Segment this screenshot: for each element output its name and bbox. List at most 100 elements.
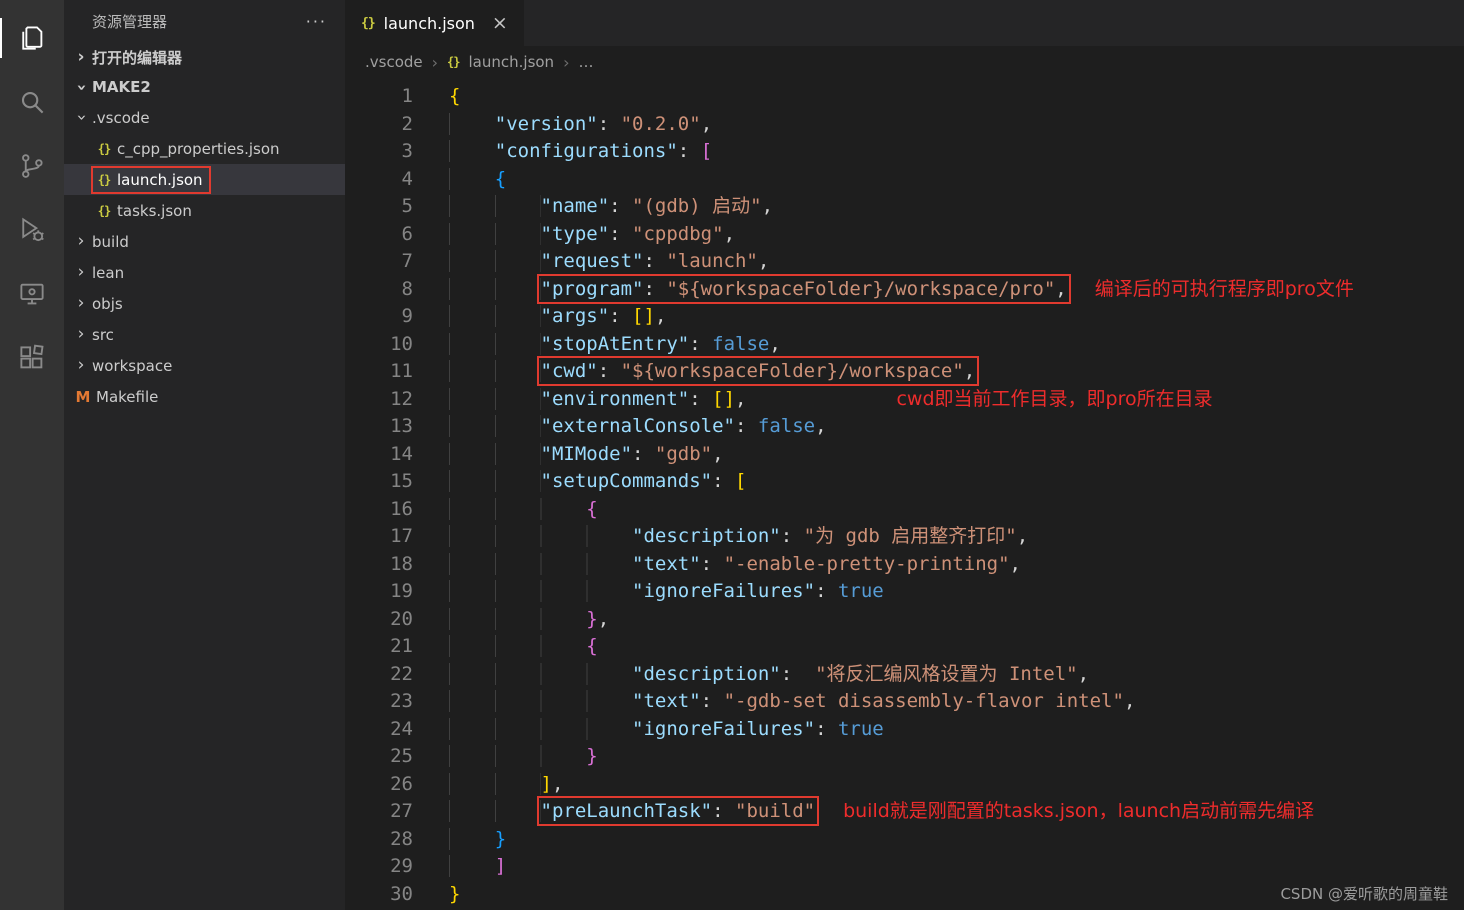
tree-item-workspace[interactable]: › workspace [64, 350, 345, 381]
code-line-22[interactable]: 22 "description": "将反汇编风格设置为 Intel", [345, 661, 1464, 689]
tree-item-content: › workspace [72, 354, 178, 378]
explorer-icon[interactable] [0, 6, 56, 70]
tab-launch-json[interactable]: {} launch.json × [345, 0, 525, 46]
tree-item-launch-json[interactable]: {} launch.json [64, 164, 345, 195]
line-number[interactable]: 10 [345, 331, 413, 359]
line-number[interactable]: 12 [345, 386, 413, 414]
tree-item-build[interactable]: › build [64, 226, 345, 257]
code-line-25[interactable]: 25 } [345, 743, 1464, 771]
code-line-12[interactable]: 12 "environment": [], cwd即当前工作目录，即pro所在目录 [345, 386, 1464, 414]
code-line-content: "description": "将反汇编风格设置为 Intel", [449, 661, 1089, 689]
code-line-content: "stopAtEntry": false, [449, 331, 781, 359]
code-line-3[interactable]: 3 "configurations": [ [345, 138, 1464, 166]
line-number[interactable]: 15 [345, 468, 413, 496]
code-line-23[interactable]: 23 "text": "-gdb-set disassembly-flavor … [345, 688, 1464, 716]
code-line-27[interactable]: 27 "preLaunchTask": "build" build就是刚配置的ta… [345, 796, 1464, 826]
red-annotation-text: build就是刚配置的tasks.json，launch启动前需先编译 [843, 800, 1315, 822]
workspace-root[interactable]: › MAKE2 [64, 72, 345, 102]
line-number[interactable]: 19 [345, 578, 413, 606]
tree-item-src[interactable]: › src [64, 319, 345, 350]
code-line-21[interactable]: 21 { [345, 633, 1464, 661]
code-line-14[interactable]: 14 "MIMode": "gdb", [345, 441, 1464, 469]
tree-item-objs[interactable]: › objs [64, 288, 345, 319]
tree-item-vscode[interactable]: › .vscode [64, 102, 345, 133]
tree-item-content: {} tasks.json [93, 199, 198, 223]
chevron-right-icon: › [77, 231, 85, 251]
line-number[interactable]: 22 [345, 661, 413, 689]
tree-item-label: workspace [92, 356, 173, 375]
code-line-26[interactable]: 26 ], [345, 771, 1464, 799]
code-line-16[interactable]: 16 { [345, 496, 1464, 524]
line-number[interactable]: 21 [345, 633, 413, 661]
line-number[interactable]: 17 [345, 523, 413, 551]
line-number[interactable]: 20 [345, 606, 413, 634]
line-number[interactable]: 24 [345, 716, 413, 744]
more-actions-icon[interactable]: ··· [306, 12, 327, 31]
line-number[interactable]: 8 [345, 276, 413, 304]
code-line-content: "preLaunchTask": "build" build就是刚配置的tasks… [449, 796, 1315, 826]
code-line-15[interactable]: 15 "setupCommands": [ [345, 468, 1464, 496]
tree-item-c-cpp-properties-json[interactable]: {} c_cpp_properties.json [64, 133, 345, 164]
code-line-9[interactable]: 9 "args": [], [345, 303, 1464, 331]
code-line-29[interactable]: 29 ] [345, 853, 1464, 881]
breadcrumb-item-launch-json[interactable]: launch.json [469, 53, 555, 71]
source-control-icon[interactable] [8, 134, 56, 198]
line-number[interactable]: 14 [345, 441, 413, 469]
code-line-17[interactable]: 17 "description": "为 gdb 启用整齐打印", [345, 523, 1464, 551]
code-line-18[interactable]: 18 "text": "-enable-pretty-printing", [345, 551, 1464, 579]
json-file-icon: {} [97, 141, 111, 156]
tree-item-content: › .vscode [72, 106, 156, 130]
code-line-5[interactable]: 5 "name": "(gdb) 启动", [345, 193, 1464, 221]
remote-explorer-icon[interactable] [8, 262, 56, 326]
line-number[interactable]: 3 [345, 138, 413, 166]
code-line-2[interactable]: 2 "version": "0.2.0", [345, 111, 1464, 139]
workspace-root-label: MAKE2 [92, 78, 151, 96]
line-number[interactable]: 7 [345, 248, 413, 276]
line-number[interactable]: 11 [345, 358, 413, 386]
line-number[interactable]: 4 [345, 166, 413, 194]
line-number[interactable]: 1 [345, 83, 413, 111]
line-number[interactable]: 28 [345, 826, 413, 854]
code-line-8[interactable]: 8 "program": "${workspaceFolder}/workspa… [345, 273, 1464, 304]
chevron-right-icon: › [563, 52, 570, 72]
tree-item-tasks-json[interactable]: {} tasks.json [64, 195, 345, 226]
code-line-19[interactable]: 19 "ignoreFailures": true [345, 578, 1464, 606]
code-line-10[interactable]: 10 "stopAtEntry": false, [345, 331, 1464, 359]
chevron-right-icon: › [77, 355, 85, 375]
line-number[interactable]: 27 [345, 798, 413, 826]
code-line-6[interactable]: 6 "type": "cppdbg", [345, 221, 1464, 249]
line-number[interactable]: 2 [345, 111, 413, 139]
tree-item-makefile[interactable]: M Makefile [64, 381, 345, 412]
line-number[interactable]: 29 [345, 853, 413, 881]
code-line-11[interactable]: 11 "cwd": "${workspaceFolder}/workspace"… [345, 356, 1464, 386]
code-line-13[interactable]: 13 "externalConsole": false, [345, 413, 1464, 441]
line-number[interactable]: 26 [345, 771, 413, 799]
line-number[interactable]: 9 [345, 303, 413, 331]
line-number[interactable]: 23 [345, 688, 413, 716]
line-number[interactable]: 30 [345, 881, 413, 909]
close-icon[interactable]: × [492, 12, 508, 34]
code-line-20[interactable]: 20 }, [345, 606, 1464, 634]
code-line-1[interactable]: 1{ [345, 83, 1464, 111]
code-editor[interactable]: 1{2 "version": "0.2.0", 3 "configurations… [345, 78, 1464, 910]
red-annotation-text: 编译后的可执行程序即pro文件 [1094, 277, 1354, 300]
red-annotation-box: "program": "${workspaceFolder}/workspace… [536, 273, 1071, 304]
extensions-icon[interactable] [8, 326, 56, 390]
code-line-content: "description": "为 gdb 启用整齐打印", [449, 523, 1028, 551]
code-line-28[interactable]: 28 } [345, 826, 1464, 854]
search-icon[interactable] [8, 70, 56, 134]
line-number[interactable]: 13 [345, 413, 413, 441]
line-number[interactable]: 16 [345, 496, 413, 524]
code-line-24[interactable]: 24 "ignoreFailures": true [345, 716, 1464, 744]
tree-item-lean[interactable]: › lean [64, 257, 345, 288]
breadcrumb-item-vscode[interactable]: .vscode [365, 53, 423, 71]
code-line-7[interactable]: 7 "request": "launch", [345, 248, 1464, 276]
line-number[interactable]: 25 [345, 743, 413, 771]
line-number[interactable]: 18 [345, 551, 413, 579]
run-and-debug-icon[interactable] [8, 198, 56, 262]
line-number[interactable]: 6 [345, 221, 413, 249]
breadcrumb-item-more[interactable]: … [578, 53, 593, 71]
code-line-4[interactable]: 4 { [345, 166, 1464, 194]
open-editors-section[interactable]: › 打开的编辑器 [64, 42, 345, 72]
line-number[interactable]: 5 [345, 193, 413, 221]
